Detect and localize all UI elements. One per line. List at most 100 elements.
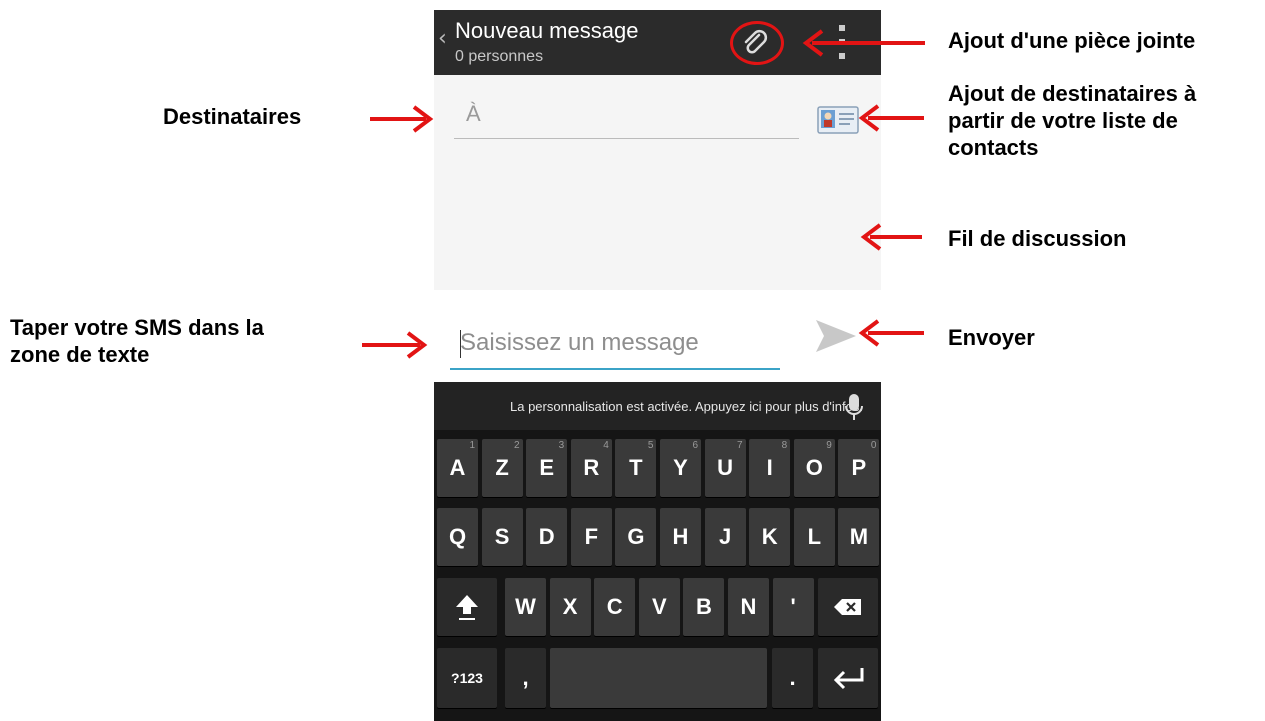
key-label: B — [695, 594, 712, 619]
key-hint: 3 — [558, 440, 565, 451]
key-m[interactable]: M — [838, 508, 880, 566]
key-r[interactable]: R4 — [570, 439, 612, 497]
key-hint: 8 — [781, 440, 788, 451]
key-a[interactable]: A1 — [437, 439, 478, 497]
enter-key[interactable] — [818, 648, 878, 708]
annotation-contacts: Ajout de destinataires à partir de votre… — [948, 80, 1196, 161]
key-u[interactable]: U7 — [704, 439, 746, 497]
key-b[interactable]: B — [683, 578, 725, 636]
phone-screen: ‹ Nouveau message 0 personnes À Saisisse… — [434, 10, 881, 721]
key-label: D — [538, 524, 555, 549]
key-label: X — [562, 594, 578, 619]
key-apostrophe[interactable]: ' — [772, 578, 814, 636]
backspace-key[interactable] — [818, 578, 878, 636]
message-input[interactable]: Saisissez un message — [450, 326, 780, 370]
key-label: C — [606, 594, 623, 619]
key-label: N — [740, 594, 757, 619]
key-hint: 9 — [826, 440, 832, 451]
key-p[interactable]: P0 — [838, 439, 880, 497]
back-icon[interactable]: ‹ — [438, 26, 447, 51]
key-label: F — [584, 524, 599, 549]
key-label: S — [494, 524, 510, 549]
key-label: , — [522, 665, 529, 690]
key-hint: 6 — [692, 440, 698, 451]
key-e[interactable]: E3 — [526, 439, 568, 497]
key-j[interactable]: J — [704, 508, 746, 566]
symbols-key[interactable]: ?123 — [437, 648, 497, 708]
annotation-type-sms: Taper votre SMS dans la zone de texte — [10, 314, 264, 368]
key-label: V — [651, 594, 667, 619]
annotation-thread: Fil de discussion — [948, 226, 1127, 251]
comma-key[interactable]: , — [505, 648, 546, 708]
key-label: Y — [673, 455, 688, 480]
key-d[interactable]: D — [526, 508, 568, 566]
microphone-icon[interactable] — [844, 392, 864, 422]
key-s[interactable]: S — [481, 508, 523, 566]
space-key[interactable] — [550, 648, 767, 708]
key-k[interactable]: K — [749, 508, 791, 566]
key-label: G — [627, 524, 645, 549]
key-hint: 5 — [647, 440, 654, 451]
compose-area: Saisissez un message — [434, 290, 881, 390]
key-c[interactable]: C — [594, 578, 636, 636]
key-g[interactable]: G — [615, 508, 657, 566]
key-label: E — [539, 455, 555, 480]
key-label: Z — [495, 455, 509, 480]
text-caret — [460, 330, 461, 358]
key-i[interactable]: I8 — [749, 439, 791, 497]
key-hint: 2 — [514, 440, 520, 451]
key-f[interactable]: F — [570, 508, 612, 566]
annotation-type-sms-line1: Taper votre SMS dans la — [10, 315, 264, 340]
annotation-contacts-line1: Ajout de destinataires à — [948, 81, 1197, 106]
enter-icon — [833, 668, 864, 690]
key-label: L — [807, 524, 822, 549]
annotation-contacts-line2: partir de votre liste de — [948, 108, 1178, 133]
key-label: I — [766, 455, 773, 480]
key-z[interactable]: Z2 — [481, 439, 523, 497]
key-label: W — [515, 594, 536, 619]
key-y[interactable]: Y6 — [660, 439, 701, 497]
send-icon — [816, 320, 856, 352]
key-label: U — [717, 455, 734, 480]
key-v[interactable]: V — [638, 578, 680, 636]
period-key[interactable]: . — [772, 648, 813, 708]
key-hint: 7 — [737, 440, 743, 451]
keyboard: La personnalisation est activée. Appuyez… — [434, 382, 881, 721]
key-o[interactable]: O9 — [793, 439, 835, 497]
key-label: R — [583, 455, 600, 480]
shift-key[interactable] — [437, 578, 497, 636]
key-t[interactable]: T5 — [615, 439, 657, 497]
key-label: J — [718, 524, 732, 549]
key-h[interactable]: H — [660, 508, 701, 566]
key-n[interactable]: N — [728, 578, 769, 636]
page-title: Nouveau message — [455, 18, 639, 43]
key-label: Q — [448, 524, 467, 549]
key-w[interactable]: W — [505, 578, 546, 636]
contacts-button[interactable] — [816, 105, 860, 135]
key-q[interactable]: Q — [437, 508, 478, 566]
key-x[interactable]: X — [549, 578, 591, 636]
key-label: O — [805, 455, 823, 480]
key-hint: 0 — [870, 440, 877, 451]
key-label: A — [449, 455, 466, 480]
arrow-left-icon — [858, 104, 924, 132]
annotation-send: Envoyer — [948, 325, 1035, 350]
key-label: M — [849, 524, 869, 549]
arrow-right-icon — [370, 105, 434, 133]
send-button[interactable] — [812, 316, 860, 356]
key-label: . — [789, 665, 796, 690]
recipients-panel: À — [434, 75, 881, 290]
annotation-attachment: Ajout d'une pièce jointe — [948, 28, 1196, 53]
suggestion-text: La personnalisation est activée. Appuyez… — [510, 399, 863, 414]
backspace-icon — [834, 599, 861, 615]
annotation-type-sms-line2: zone de texte — [10, 342, 150, 367]
arrow-left-icon — [802, 29, 925, 57]
key-label: P — [851, 455, 867, 480]
recipient-input[interactable]: À — [454, 101, 799, 139]
key-hint: 1 — [469, 440, 475, 451]
key-label: ' — [790, 594, 796, 619]
arrow-left-icon — [860, 223, 922, 251]
suggestion-strip[interactable]: La personnalisation est activée. Appuyez… — [434, 382, 881, 430]
key-l[interactable]: L — [793, 508, 835, 566]
key-hint: 4 — [603, 440, 609, 451]
